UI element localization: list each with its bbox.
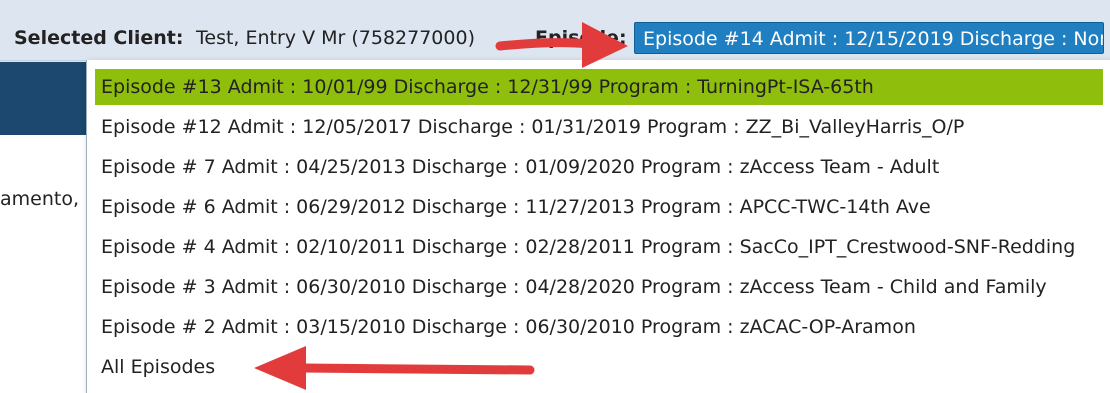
selected-client-label: Selected Client: xyxy=(14,27,184,49)
episode-option[interactable]: Episode # 7 Admit : 04/25/2013 Discharge… xyxy=(95,149,1110,185)
app-frame: Selected Client: Test, Entry V Mr (75827… xyxy=(0,0,1110,393)
client-header-bar: Selected Client: Test, Entry V Mr (75827… xyxy=(0,0,1110,61)
episode-option[interactable]: Episode #13 Admit : 10/01/99 Discharge :… xyxy=(95,69,1103,105)
episode-label: Episode: xyxy=(535,27,627,49)
episode-option[interactable]: Episode #12 Admit : 12/05/2017 Discharge… xyxy=(95,109,1110,145)
selected-client-value: Test, Entry V Mr (758277000) xyxy=(196,27,475,49)
episode-option[interactable]: Episode # 2 Admit : 03/15/2010 Discharge… xyxy=(95,309,1110,345)
left-nav-strip xyxy=(0,62,86,135)
address-fragment: amento, xyxy=(0,188,79,210)
left-content-panel xyxy=(0,135,86,393)
episode-option[interactable]: Episode # 3 Admit : 06/30/2010 Discharge… xyxy=(95,269,1110,305)
episode-option[interactable]: Episode # 4 Admit : 02/10/2011 Discharge… xyxy=(95,229,1110,265)
episode-dropdown-list: Episode #13 Admit : 10/01/99 Discharge :… xyxy=(86,60,1110,393)
all-episodes-option[interactable]: All Episodes xyxy=(95,349,1110,385)
episode-option[interactable]: Episode # 6 Admit : 06/29/2012 Discharge… xyxy=(95,189,1110,225)
episode-select[interactable]: Episode #14 Admit : 12/15/2019 Discharge… xyxy=(634,22,1104,54)
